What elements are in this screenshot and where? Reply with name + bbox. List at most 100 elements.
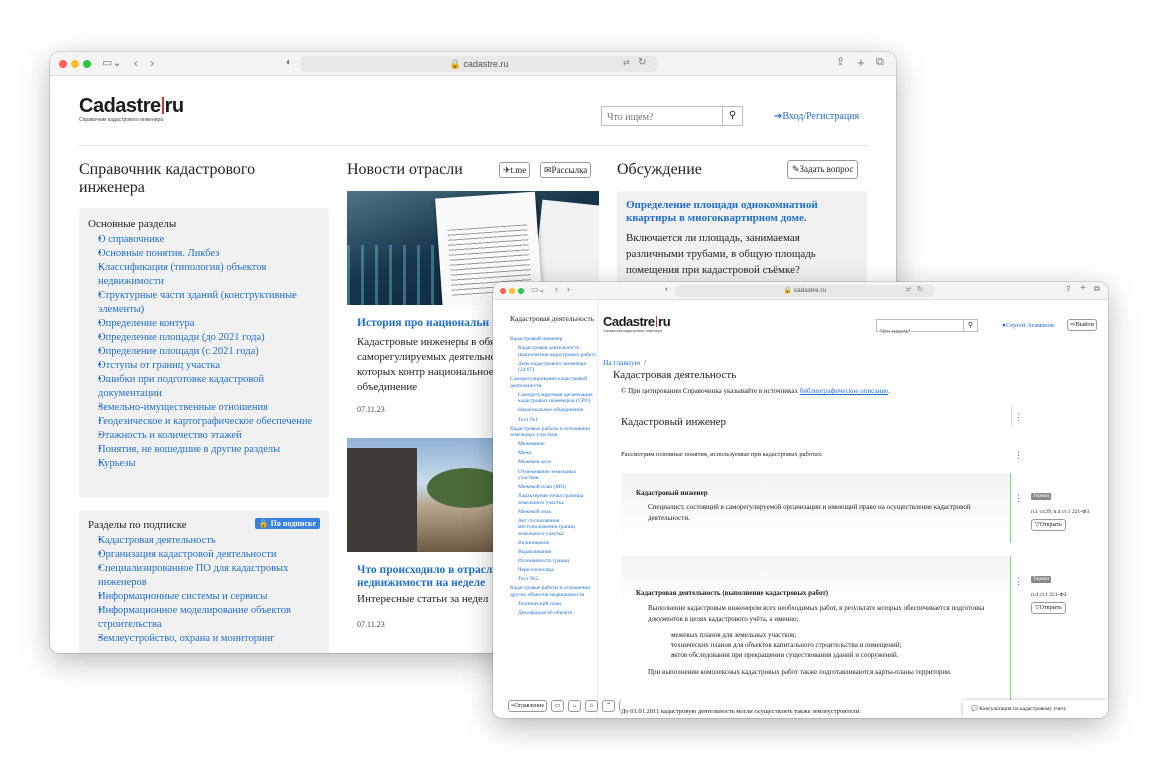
address-bar[interactable]: 🔒 cadastre.ru <box>300 56 658 72</box>
reload-icon[interactable]: ↻ <box>917 286 923 293</box>
subscription-badge[interactable]: 🔒 По подписке <box>254 518 320 529</box>
forward-icon[interactable]: › <box>567 285 570 294</box>
site-logo[interactable]: Cadastre ru Справочник кадастрового инжен… <box>603 315 671 333</box>
toc-item[interactable]: Межа <box>510 450 596 457</box>
toc-item[interactable]: Кадастровые работы в отношении земельных… <box>510 426 596 439</box>
toc-item[interactable]: Характерная точка границы земельного уча… <box>510 493 596 506</box>
toc-item[interactable]: День кадастрового инженера (24.07) <box>510 361 596 374</box>
list-item[interactable]: Отступы от границ участка <box>88 359 320 373</box>
news-item-title[interactable]: Что происходило в отрасл недвижимости на… <box>357 564 502 590</box>
consult-widget[interactable]: 💬 Консультация по кадастровому учету <box>963 700 1108 718</box>
close-window-button[interactable] <box>500 288 506 294</box>
search-submit-button[interactable]: ⚲ <box>963 320 977 331</box>
newsletter-button[interactable]: ✉Рассылка <box>540 162 592 178</box>
toc-item[interactable]: Тест №2 <box>510 576 596 583</box>
toc-item[interactable]: Вклинивание <box>510 540 596 547</box>
sidebar-toggle-icon[interactable]: ▭⌄ <box>102 58 122 69</box>
reload-icon[interactable]: ↻ <box>638 58 646 68</box>
share-icon[interactable]: ⇪ <box>836 57 845 68</box>
list-item[interactable]: Структурные части зданий (конструктивные… <box>88 289 320 317</box>
list-item[interactable]: Организация кадастровой деятельности <box>88 548 320 562</box>
screen-button[interactable]: ▭ <box>551 700 565 712</box>
close-window-button[interactable] <box>59 60 67 68</box>
toc-item[interactable]: Чересполосица <box>510 567 596 574</box>
zoom-window-button[interactable] <box>83 60 91 68</box>
minimize-window-button[interactable] <box>509 288 515 294</box>
new-tab-icon[interactable]: + <box>1080 284 1086 294</box>
tabs-overview-icon[interactable]: ⧉ <box>1094 285 1100 293</box>
zoom-window-button[interactable] <box>518 288 524 294</box>
toc-item[interactable]: Межевое дело <box>510 459 596 466</box>
user-profile-link[interactable]: ●Сергей Атаманов <box>1002 322 1054 329</box>
open-term-button[interactable]: ▽Открыть <box>1031 519 1066 531</box>
back-icon[interactable]: ‹ <box>134 57 138 69</box>
list-item[interactable]: Геодезическое и картографическое обеспеч… <box>88 415 320 429</box>
toc-item[interactable]: Кадастровый инженер <box>510 336 596 343</box>
list-item[interactable]: Курьезы <box>88 457 320 471</box>
site-logo[interactable]: Cadastre ru Справочник кадастрового инжен… <box>79 96 184 123</box>
width-button[interactable]: ↔ <box>568 700 582 712</box>
browser-toolbar: ▭⌄ ‹ › ◐ 🔒 cadastre.ru ⇄ ↻ ⇪ + ⧉ <box>493 282 1108 300</box>
toc-item[interactable]: Межевание <box>510 441 596 448</box>
list-item[interactable]: Кадастровая деятельность <box>88 534 320 548</box>
privacy-shield-icon[interactable]: ◐ <box>286 58 292 68</box>
term-menu-icon[interactable]: ⋮ <box>1014 493 1023 504</box>
list-item[interactable]: Определение площади (с 2021 года) <box>88 345 320 359</box>
list-item[interactable]: Земельно-имущественные отношения <box>88 401 320 415</box>
citation-link[interactable]: библиографическое описание <box>800 387 888 395</box>
toc-item[interactable]: Акт согласования местоположения границ з… <box>510 518 596 538</box>
scroll-top-button[interactable]: ⌃ <box>602 700 616 712</box>
share-icon[interactable]: ⇪ <box>1065 285 1072 293</box>
term-menu-icon[interactable]: ⋮ <box>1014 576 1023 587</box>
list-item[interactable]: Понятия, не вошедшие в другие разделы <box>88 443 320 457</box>
toc-item[interactable]: Отмежевание земельных участков <box>510 469 596 482</box>
toc-item[interactable]: Декларация об объекте <box>510 610 596 617</box>
login-link[interactable]: ➔Вход/Регистрация <box>774 111 859 122</box>
discussion-question-title[interactable]: Определение площади однокомнатной кварти… <box>626 199 858 225</box>
section-menu-icon[interactable]: ⋮ <box>1014 412 1023 423</box>
translate-icon[interactable]: ⇄ <box>906 287 911 293</box>
toc-item[interactable]: Изломанность границ <box>510 558 596 565</box>
list-item[interactable]: О справочнике <box>88 233 320 247</box>
list-item[interactable]: Ошибки при подготовке кадастровой докуме… <box>88 373 320 401</box>
sidebar-toggle-icon[interactable]: ▭⌄ <box>531 286 545 294</box>
list-item[interactable]: Этажность и количество этажей <box>88 429 320 443</box>
list-item[interactable]: Специализированное ПО для кадастровых ин… <box>88 562 320 590</box>
search-input[interactable] <box>602 108 720 127</box>
list-item[interactable]: Определение площади (до 2021 года) <box>88 331 320 345</box>
search-button[interactable]: ⚲ <box>722 107 742 125</box>
toc-item[interactable]: Кадастровая деятельность (выполнение кад… <box>510 345 596 358</box>
list-item[interactable]: Землеустройство, охрана и мониторинг <box>88 632 320 646</box>
translate-icon[interactable]: ⇄ <box>623 59 630 67</box>
toc-item[interactable]: Межевой знак <box>510 509 596 516</box>
telegram-button[interactable]: ✈t.me <box>499 162 531 178</box>
tabs-overview-icon[interactable]: ⧉ <box>876 57 884 68</box>
back-icon[interactable]: ‹ <box>555 285 558 294</box>
privacy-shield-icon[interactable]: ◐ <box>665 286 669 293</box>
toc-item[interactable]: Межевой план (МП) <box>510 484 596 491</box>
toc-item[interactable]: Национальное объединение <box>510 407 596 414</box>
toc-item[interactable]: Саморегулируемая организация кадастровых… <box>510 392 596 405</box>
open-term-button[interactable]: ▽Открыть <box>1031 602 1066 614</box>
search-input[interactable] <box>877 326 963 337</box>
new-tab-icon[interactable]: + <box>857 56 865 69</box>
breadcrumb-home-link[interactable]: На главную <box>603 358 640 367</box>
toc-item[interactable]: Технический план <box>510 601 596 608</box>
toc-button[interactable]: ≡Оглавление <box>508 700 548 712</box>
toc-item[interactable]: Кадастровые работы в отношении других об… <box>510 585 596 598</box>
minimize-window-button[interactable] <box>71 60 79 68</box>
list-item[interactable]: Информационное моделирование объектов ст… <box>88 604 320 632</box>
toc-item[interactable]: Тест №1 <box>510 417 596 424</box>
intro-menu-icon[interactable]: ⋮ <box>1014 450 1023 461</box>
list-item[interactable]: Информационные системы и сервисы <box>88 590 320 604</box>
forward-icon[interactable]: › <box>150 57 154 69</box>
list-item[interactable]: Классификация (типология) объектов недви… <box>88 261 320 289</box>
logout-button[interactable]: ⇨Выйти <box>1067 319 1097 331</box>
address-bar[interactable]: 🔒 cadastre.ru <box>675 285 935 297</box>
list-item[interactable]: Определение контура <box>88 317 320 331</box>
toc-item[interactable]: Саморегулирование кадастровой деятельнос… <box>510 376 596 389</box>
list-item[interactable]: Основные понятия. Ликбез <box>88 247 320 261</box>
toc-item[interactable]: Вкрапливание <box>510 549 596 556</box>
home-button[interactable]: ⌂ <box>585 700 599 712</box>
ask-question-button[interactable]: ✎Задать вопрос <box>787 160 859 179</box>
